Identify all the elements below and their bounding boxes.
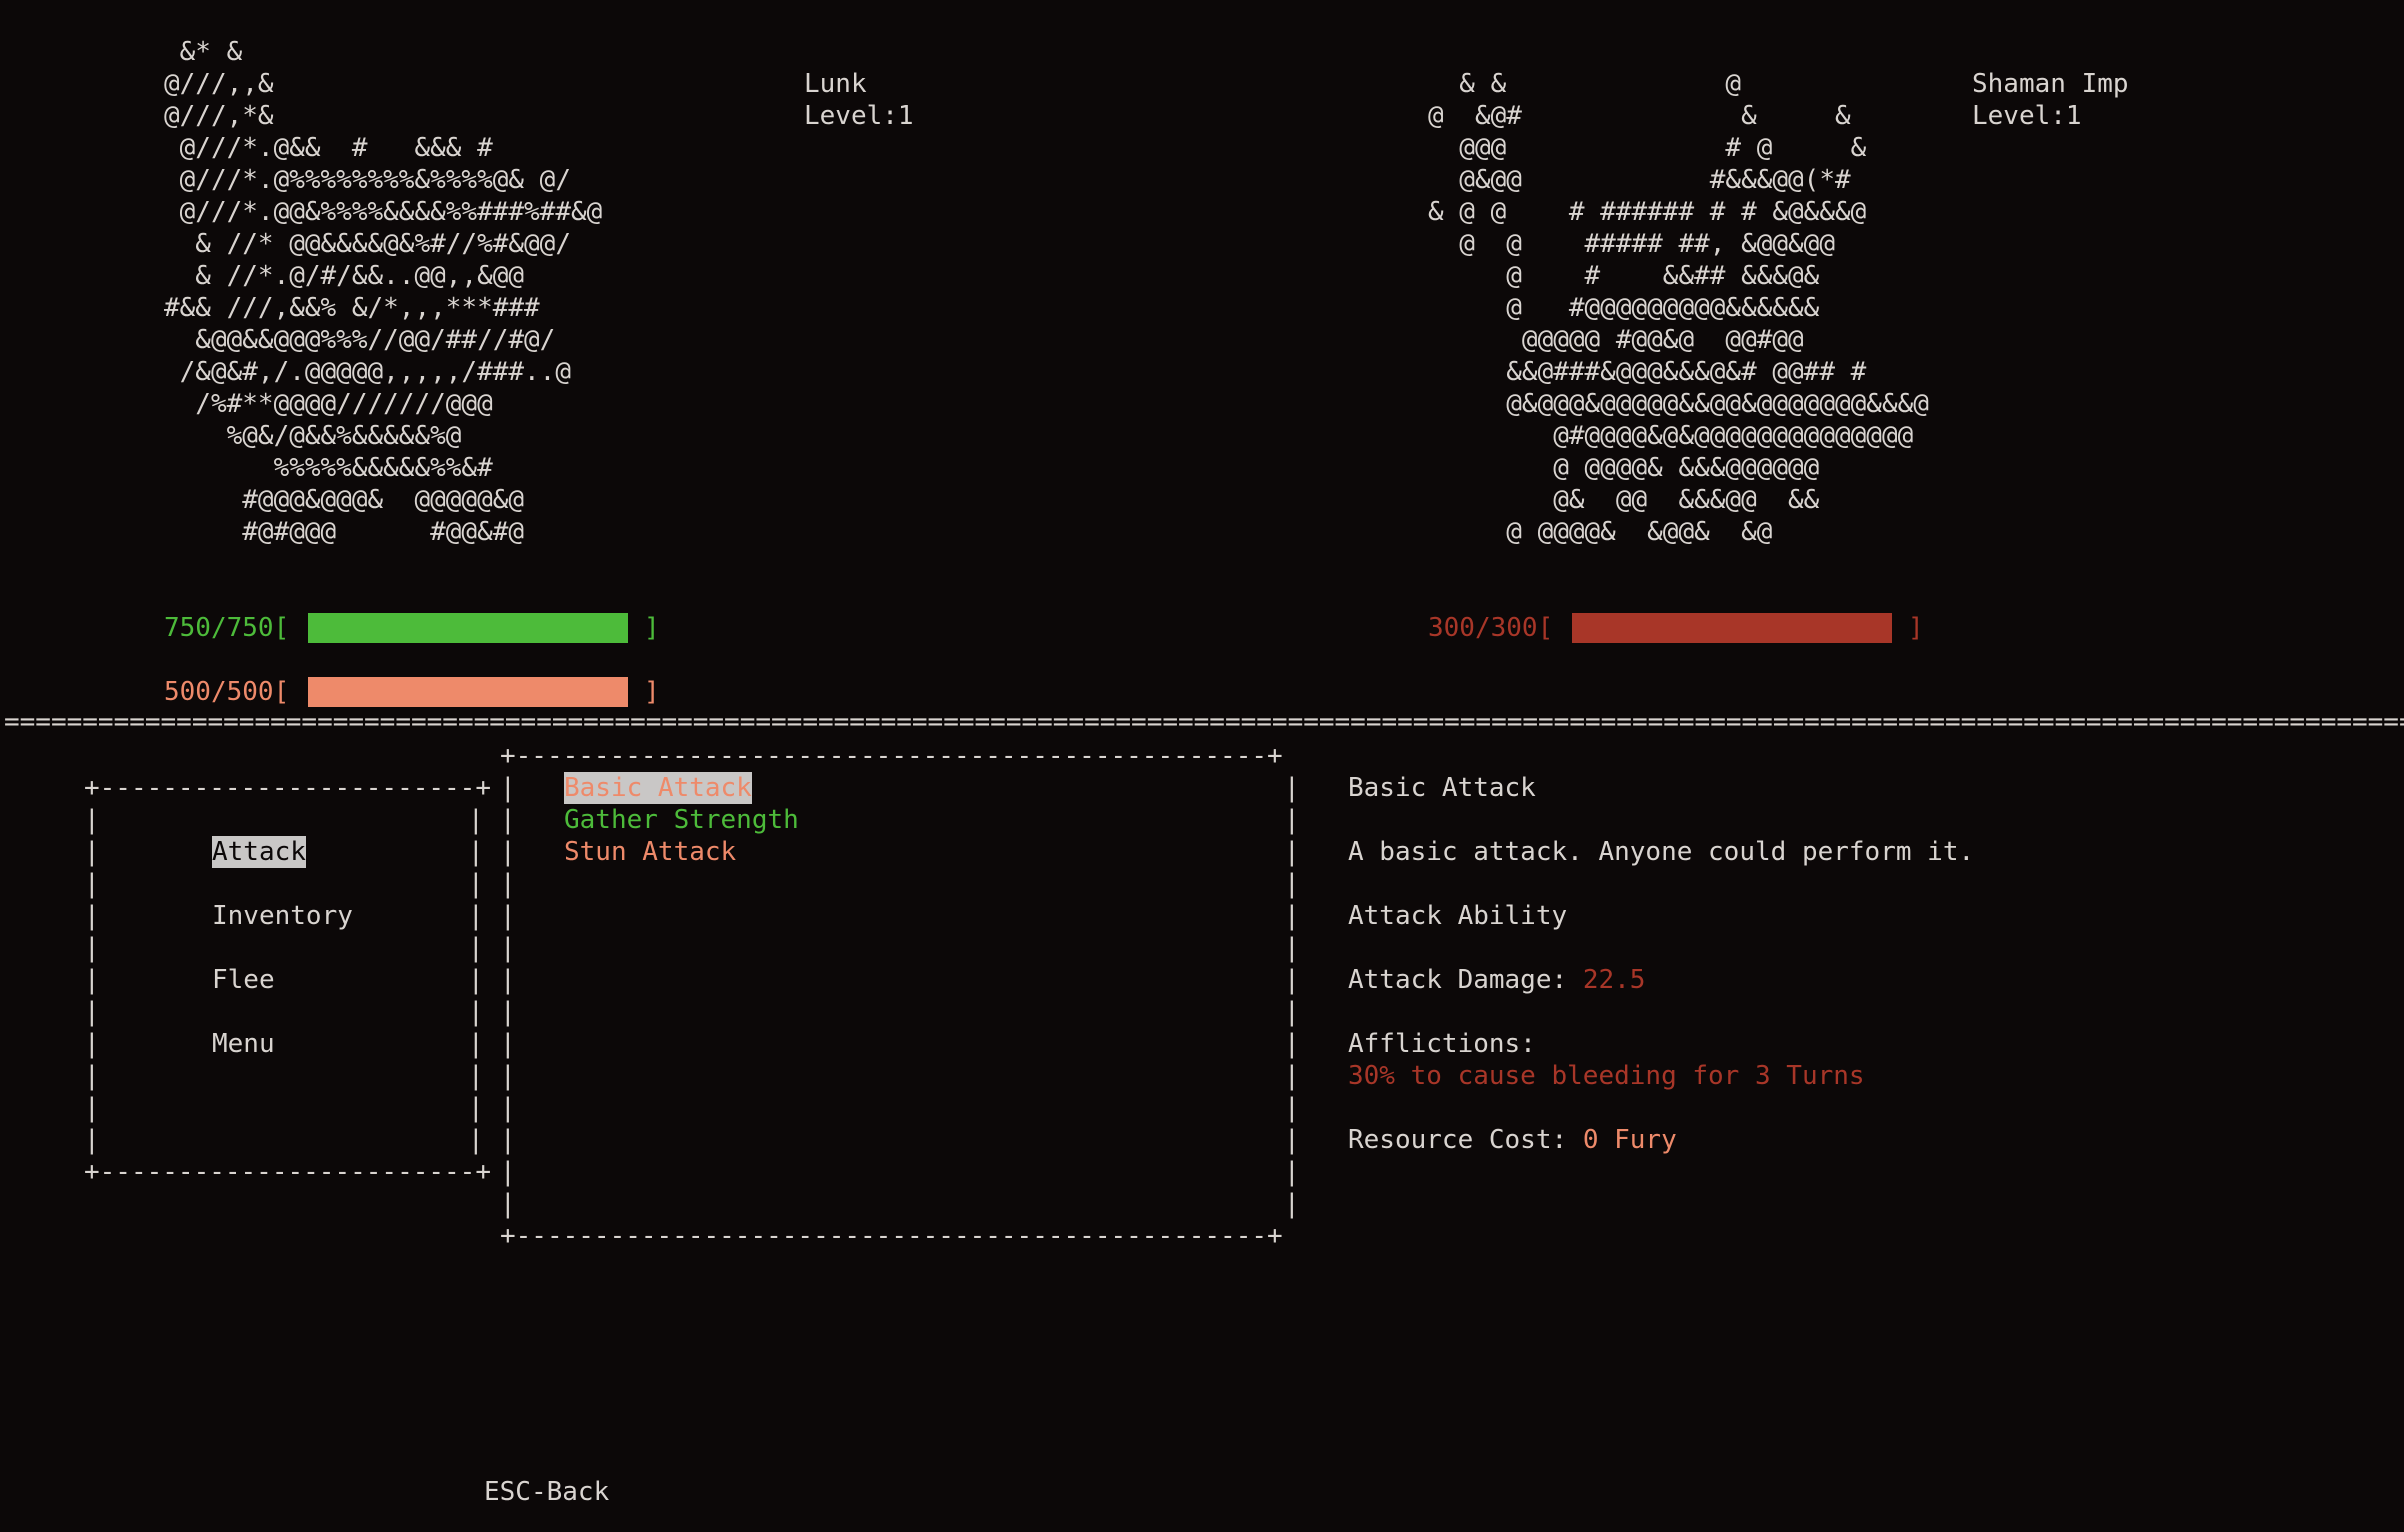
player-resource-text: 500/500[ <box>164 677 290 707</box>
player-hp-bar-track <box>308 613 628 643</box>
esc-back-hint[interactable]: ESC-Back <box>484 1476 609 1508</box>
menu-box-right-border: | | | | | | | | | | | <box>468 805 484 1155</box>
player-hp-text: 750/750[ <box>164 613 290 643</box>
player-resource-bar-fill <box>308 677 628 707</box>
ability-basic-attack[interactable]: Basic Attack <box>564 772 752 804</box>
enemy-hp-bar-fill <box>1572 613 1892 643</box>
enemy-hp-bar-track <box>1572 613 1892 643</box>
screen-divider: ========================================… <box>4 707 2404 737</box>
enemy-name: Shaman Imp <box>1972 69 2129 99</box>
details-affliction: 30% to cause bleeding for 3 Turns <box>1348 1061 1865 1091</box>
menu-item-menu[interactable]: Menu <box>212 1028 275 1060</box>
ability-gather-strength[interactable]: Gather Strength <box>564 804 799 836</box>
menu-box-top: +------------------------+ <box>84 773 491 803</box>
details-cost: Resource Cost: 0 Fury <box>1348 1124 1677 1156</box>
player-level: Level:1 <box>804 101 914 131</box>
menu-item-attack[interactable]: Attack <box>212 836 306 868</box>
abilities-box-bottom: +---------------------------------------… <box>500 1221 1283 1251</box>
player-name: Lunk <box>804 69 867 99</box>
player-resource-bar-track <box>308 677 628 707</box>
details-damage: Attack Damage: 22.5 <box>1348 964 1645 996</box>
details-title: Basic Attack <box>1348 773 1536 803</box>
enemy-ascii-art: & & @ @ &@# & & @@@ # @ & @&@@ #&&&@@(*#… <box>1428 69 1929 547</box>
details-damage-value: 22.5 <box>1582 965 1646 995</box>
menu-box-left-border: | | | | | | | | | | | <box>84 805 100 1155</box>
player-hp-bar-fill <box>308 613 628 643</box>
abilities-box-top: +---------------------------------------… <box>500 741 1283 771</box>
menu-item-flee[interactable]: Flee <box>212 964 275 996</box>
enemy-hp-text: 300/300[ <box>1428 613 1554 643</box>
abilities-box-right-border: | | | | | | | | | | | | | | <box>1284 773 1300 1219</box>
player-ascii-art: &* & @///,,& @///,*& @///*.@&& # &&& # @… <box>164 37 603 547</box>
details-afflictions-label: Afflictions: <box>1348 1029 1536 1059</box>
enemy-level: Level:1 <box>1972 101 2082 131</box>
details-cost-value: 0 Fury <box>1582 1125 1677 1155</box>
player-hp-bar-close: ] <box>644 613 660 643</box>
menu-item-inventory[interactable]: Inventory <box>212 900 353 932</box>
details-description: A basic attack. Anyone could perform it. <box>1348 837 1975 867</box>
details-type: Attack Ability <box>1348 901 1568 931</box>
details-cost-label: Resource Cost: <box>1348 1125 1568 1155</box>
menu-box-bottom: +------------------------+ <box>84 1157 491 1187</box>
abilities-box-left-border: | | | | | | | | | | | | | | <box>500 773 516 1219</box>
ability-stun-attack[interactable]: Stun Attack <box>564 836 736 868</box>
details-damage-label: Attack Damage: <box>1348 965 1568 995</box>
player-resource-bar-close: ] <box>644 677 660 707</box>
enemy-hp-bar-close: ] <box>1908 613 1924 643</box>
